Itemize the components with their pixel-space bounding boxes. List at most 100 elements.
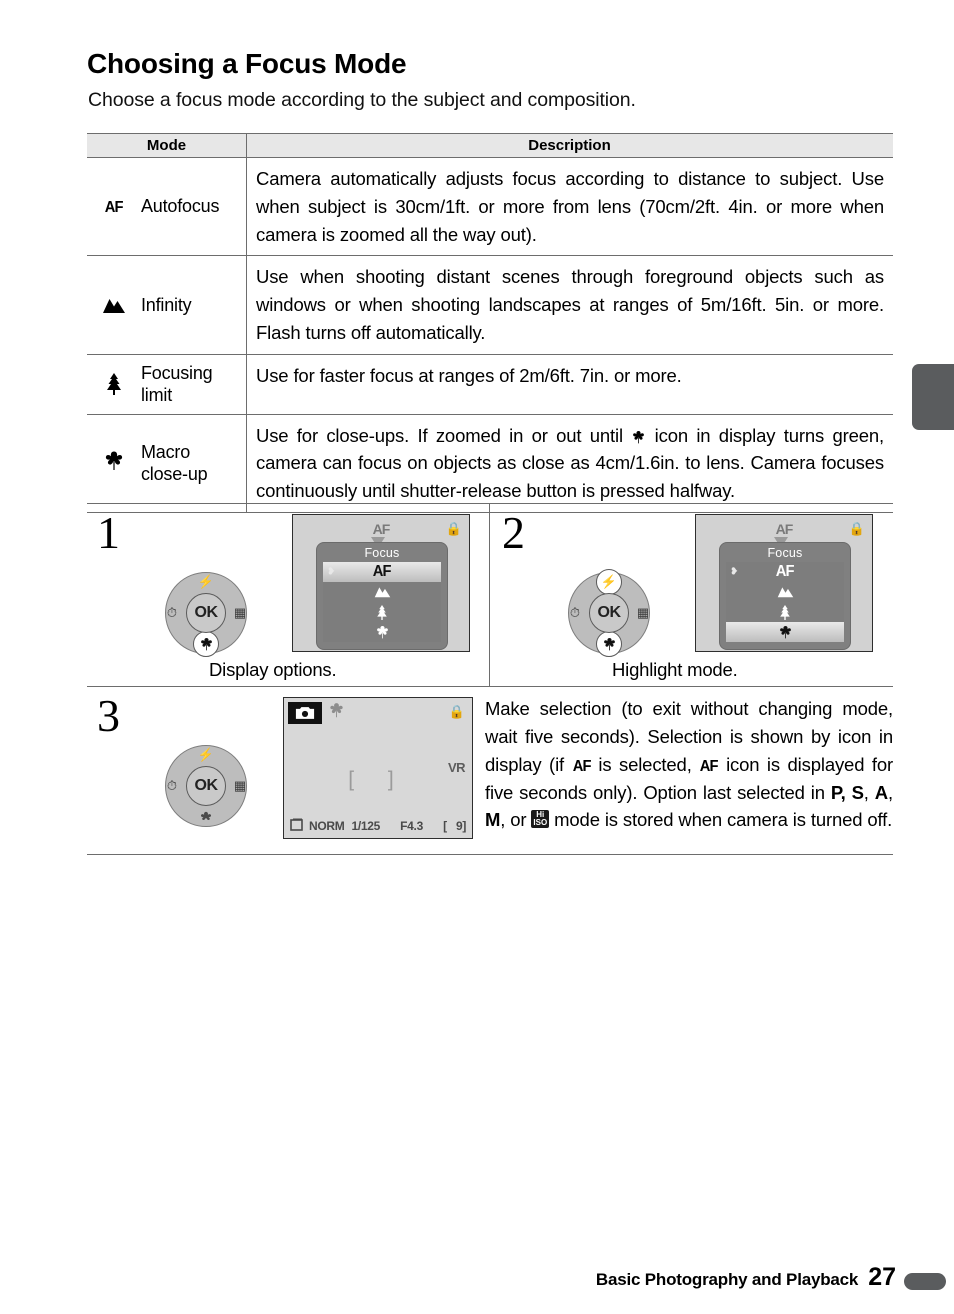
step-number: 3 bbox=[97, 690, 120, 741]
flash-button[interactable]: ⚡ bbox=[596, 569, 622, 595]
step-1: 1 ⚡ ⏱ ▦ OK AF 🔒 Focus ❥ AF Display optio… bbox=[87, 504, 490, 686]
shooting-status-bar: NORM 1/125 F4.3 [ 9] bbox=[290, 818, 466, 834]
column-header-mode: Mode bbox=[146, 137, 187, 154]
inline-flower-macro-icon bbox=[631, 425, 646, 446]
mode-label: Autofocus bbox=[141, 196, 220, 217]
camera-lcd-step2: AF 🔒 Focus ❥ AF bbox=[695, 514, 873, 652]
ok-button[interactable]: OK bbox=[186, 766, 226, 806]
protect-icon: 🔒 bbox=[848, 521, 865, 536]
exposure-compensation-button[interactable]: ▦ bbox=[227, 600, 253, 626]
menu-item-af[interactable]: ❥ AF bbox=[323, 562, 441, 582]
multi-selector-control[interactable]: ⚡ ⏱ ▦ OK bbox=[568, 569, 650, 657]
step-3-instructions: Make selection (to exit without changing… bbox=[485, 695, 893, 834]
mode-description: Use for close-ups. If zoomed in or out u… bbox=[246, 415, 893, 512]
step-caption: Display options. bbox=[209, 659, 337, 680]
step-caption: Highlight mode. bbox=[612, 659, 738, 680]
high-iso-badge-icon: Hi ISO bbox=[531, 810, 550, 829]
table-row: Macro close-up Use for close-ups. If zoo… bbox=[87, 414, 893, 513]
mode-cell: AF Autofocus bbox=[87, 158, 246, 255]
column-header-description: Description bbox=[528, 137, 611, 154]
column-divider bbox=[246, 256, 247, 354]
image-size-icon bbox=[290, 818, 304, 834]
mode-label: Focusing limit bbox=[141, 362, 213, 406]
page-number: 27 bbox=[868, 1263, 896, 1291]
self-timer-button[interactable]: ⏱ bbox=[159, 773, 185, 799]
table-row: AF Autofocus Camera automatically adjust… bbox=[87, 158, 893, 257]
exposure-compensation-button[interactable]: ▦ bbox=[227, 773, 253, 799]
image-quality: NORM bbox=[309, 819, 345, 833]
menu-item-macro[interactable] bbox=[726, 622, 844, 642]
manual-page: Choosing a Focus Mode Choose a focus mod… bbox=[0, 0, 954, 1314]
column-divider bbox=[246, 354, 247, 414]
section-thumb-tab bbox=[912, 364, 954, 430]
self-timer-button[interactable]: ⏱ bbox=[159, 600, 185, 626]
mode-description: Use when shooting distant scenes through… bbox=[256, 266, 884, 343]
flash-button[interactable]: ⚡ bbox=[193, 742, 219, 768]
focus-menu: Focus ❥ AF bbox=[317, 543, 447, 649]
mode-a: A bbox=[874, 781, 888, 803]
ok-button[interactable]: OK bbox=[589, 593, 629, 633]
flower-macro-icon bbox=[328, 702, 345, 723]
menu-item-af[interactable]: ❥ AF bbox=[726, 562, 844, 582]
text-sep-3: , or bbox=[500, 809, 532, 831]
af-indicator: AF bbox=[775, 521, 794, 537]
flash-button[interactable]: ⚡ bbox=[193, 569, 219, 595]
table-row: Focusing limit Use for faster focus at r… bbox=[87, 354, 893, 415]
menu-list: ❥ AF bbox=[323, 562, 441, 642]
multi-selector-control[interactable]: ⚡ ⏱ ▦ OK bbox=[165, 745, 247, 827]
camera-lcd-step3: 🔒 VR [ ] NORM 1/125 F4.3 [ 9] bbox=[283, 697, 473, 839]
frames-remaining: [ 9] bbox=[443, 819, 467, 833]
flower-macro-icon bbox=[97, 450, 131, 476]
menu-item-focus-limit[interactable] bbox=[323, 602, 441, 622]
mode-cell: Infinity bbox=[87, 256, 246, 353]
menu-item-macro[interactable] bbox=[323, 622, 441, 642]
mountains-infinity-icon bbox=[97, 295, 131, 315]
mode-description: Use for faster focus at ranges of 2m/6ft… bbox=[256, 364, 682, 386]
selection-caret-icon: ❥ bbox=[327, 566, 336, 578]
text-part-2: is selected, bbox=[590, 753, 700, 775]
menu-item-infinity[interactable] bbox=[323, 582, 441, 602]
af-icon: AF bbox=[105, 198, 124, 216]
ok-button[interactable]: OK bbox=[186, 593, 226, 633]
iso-badge-bottom: ISO bbox=[533, 818, 548, 828]
page-footer: Basic Photography and Playback 27 bbox=[596, 1263, 896, 1292]
inline-af-icon-2: AF bbox=[699, 757, 719, 775]
selection-caret-icon: ❥ bbox=[730, 566, 739, 578]
protect-icon: 🔒 bbox=[445, 521, 462, 536]
af-indicator: AF bbox=[372, 521, 391, 537]
page-subtitle: Choose a focus mode according to the sub… bbox=[88, 89, 636, 111]
mode-p-s: P, S bbox=[830, 781, 864, 803]
macro-focus-button[interactable] bbox=[193, 804, 219, 830]
menu-item-infinity[interactable] bbox=[726, 582, 844, 602]
focus-menu: Focus ❥ AF bbox=[720, 543, 850, 649]
step-number: 1 bbox=[97, 507, 120, 558]
step-number: 2 bbox=[502, 507, 525, 558]
steps-section: 1 ⚡ ⏱ ▦ OK AF 🔒 Focus ❥ AF Display optio… bbox=[87, 503, 893, 855]
mode-label: Infinity bbox=[141, 294, 192, 315]
mode-label: Macro close-up bbox=[141, 441, 208, 485]
menu-item-af-label: AF bbox=[373, 563, 392, 580]
description-part-1: Use for close-ups. If zoomed in or out u… bbox=[256, 424, 632, 446]
menu-item-af-label: AF bbox=[776, 563, 795, 580]
multi-selector-control[interactable]: ⚡ ⏱ ▦ OK bbox=[165, 569, 247, 657]
camera-lcd-step1: AF 🔒 Focus ❥ AF bbox=[292, 514, 470, 652]
mode-m: M bbox=[485, 809, 501, 831]
inline-af-icon-1: AF bbox=[572, 757, 591, 775]
exposure-compensation-button[interactable]: ▦ bbox=[630, 600, 656, 626]
text-sep-1: , bbox=[863, 781, 875, 803]
steps-row-top: 1 ⚡ ⏱ ▦ OK AF 🔒 Focus ❥ AF Display optio… bbox=[87, 504, 893, 687]
column-divider bbox=[246, 158, 247, 256]
menu-title: Focus bbox=[364, 546, 400, 560]
self-timer-button[interactable]: ⏱ bbox=[562, 600, 588, 626]
mode-cell: Macro close-up bbox=[87, 415, 246, 512]
footer-section-title: Basic Photography and Playback bbox=[595, 1270, 859, 1289]
menu-title: Focus bbox=[767, 546, 803, 560]
focus-area-brackets: [ ] bbox=[348, 768, 408, 791]
page-title: Choosing a Focus Mode bbox=[87, 48, 407, 79]
camera-icon bbox=[288, 702, 322, 724]
menu-item-focus-limit[interactable] bbox=[726, 602, 844, 622]
menu-list: ❥ AF bbox=[726, 562, 844, 642]
focus-mode-table: Mode Description AF Autofocus Camera aut… bbox=[87, 133, 893, 513]
column-divider bbox=[246, 414, 247, 512]
table-header-row: Mode Description bbox=[87, 133, 893, 513]
